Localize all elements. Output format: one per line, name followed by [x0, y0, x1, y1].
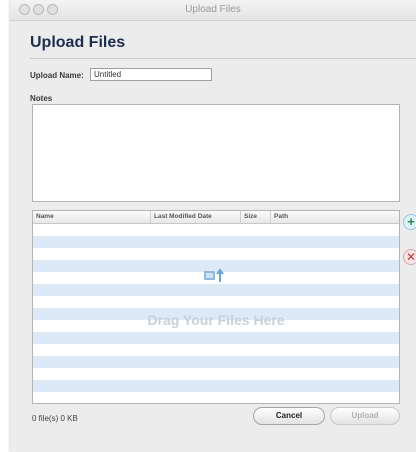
upload-name-input[interactable]: Untitled — [90, 68, 212, 81]
upload-files-window: Upload Files Upload Files Upload Name: U… — [10, 0, 416, 452]
column-header-last-modified[interactable]: Last Modified Date — [151, 211, 241, 223]
close-icon: ✕ — [405, 250, 416, 264]
upload-button[interactable]: Upload — [330, 407, 400, 425]
page-title: Upload Files — [30, 34, 126, 51]
notes-label: Notes — [30, 94, 53, 103]
table-header: Name Last Modified Date Size Path — [33, 211, 399, 224]
plus-icon: + — [407, 214, 415, 229]
header-divider — [30, 58, 416, 59]
upload-drop-icon — [204, 268, 224, 282]
notes-textarea[interactable] — [32, 104, 400, 202]
remove-file-button[interactable]: ✕ — [403, 249, 416, 265]
column-header-path[interactable]: Path — [271, 211, 399, 223]
title-bar: Upload Files — [10, 0, 416, 21]
column-header-size[interactable]: Size — [241, 211, 271, 223]
cancel-button[interactable]: Cancel — [253, 407, 325, 425]
drop-hint-text: Drag Your Files Here — [147, 312, 285, 328]
file-count-status: 0 file(s) 0 KB — [32, 414, 78, 423]
file-list-table[interactable]: Name Last Modified Date Size Path Drag Y… — [32, 210, 400, 404]
file-drop-zone[interactable]: Drag Your Files Here — [33, 224, 399, 403]
upload-name-label: Upload Name: — [30, 71, 84, 80]
window-title: Upload Files — [185, 4, 241, 15]
column-header-name[interactable]: Name — [33, 211, 151, 223]
add-file-button[interactable]: + — [403, 214, 416, 230]
